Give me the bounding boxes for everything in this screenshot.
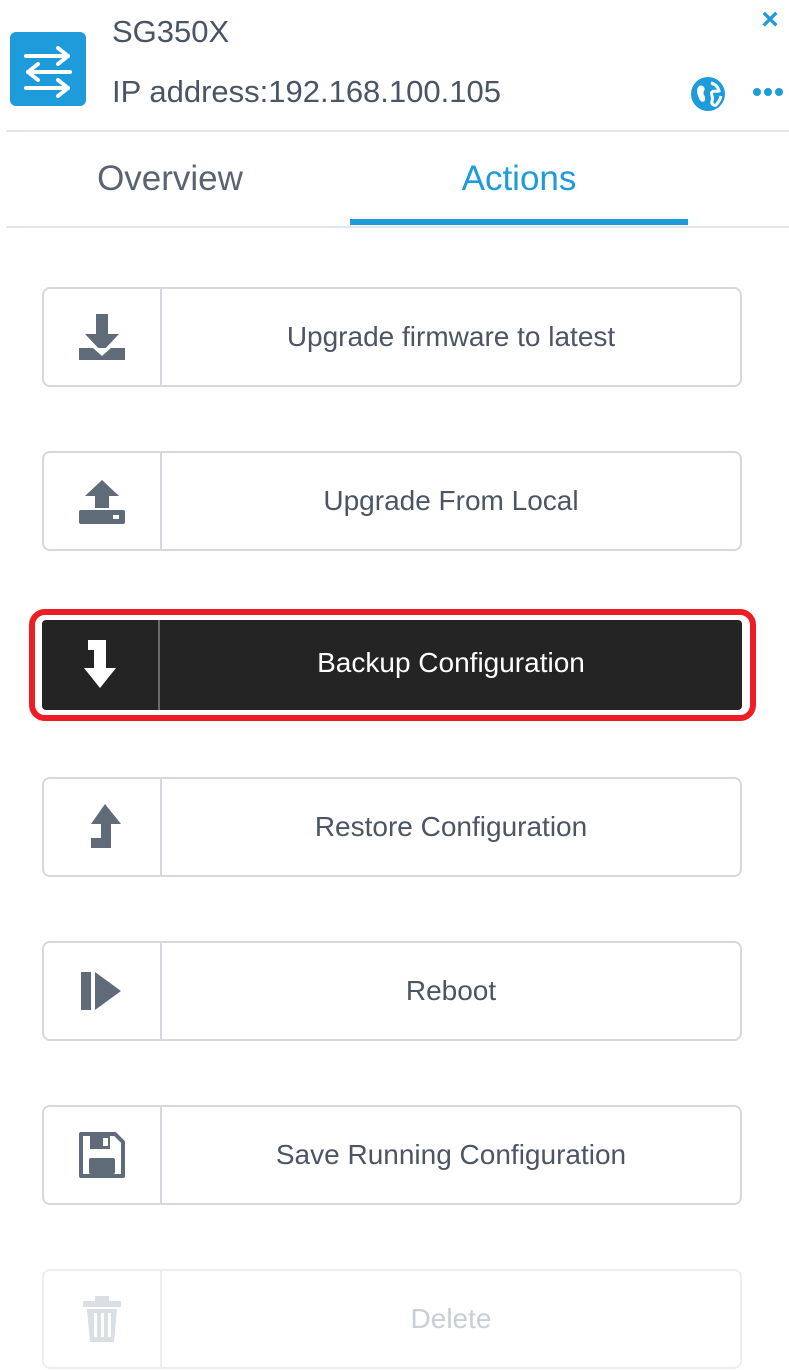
upgrade-firmware-label: Upgrade firmware to latest: [286, 321, 616, 352]
delete-button[interactable]: Delete: [42, 1269, 742, 1369]
device-ip-address: IP address:192.168.100.105: [112, 74, 501, 109]
reboot-icon: [44, 943, 162, 1039]
active-tab-indicator: [350, 219, 688, 225]
backup-arrow-icon: [42, 620, 160, 710]
restore-configuration-label: Restore Configuration: [314, 811, 588, 842]
upgrade-from-local-button[interactable]: Upgrade From Local: [42, 451, 742, 551]
tab-overview[interactable]: Overview: [30, 150, 310, 210]
backup-configuration-label: Backup Configuration: [317, 647, 585, 678]
tabs-divider: [6, 226, 789, 228]
save-running-configuration-label: Save Running Configuration: [275, 1139, 627, 1170]
save-running-configuration-button[interactable]: Save Running Configuration: [42, 1105, 742, 1205]
reboot-label: Reboot: [405, 975, 497, 1006]
close-icon[interactable]: ×: [756, 5, 784, 35]
backup-configuration-button[interactable]: Backup Configuration: [42, 620, 742, 710]
header-divider: [6, 130, 789, 132]
download-icon: [44, 289, 162, 385]
trash-icon: [44, 1271, 162, 1367]
save-icon: [44, 1107, 162, 1203]
upgrade-from-local-label: Upgrade From Local: [323, 485, 579, 516]
restore-arrow-icon: [44, 779, 162, 875]
more-icon[interactable]: [750, 80, 786, 104]
device-name: SG350X: [112, 14, 230, 49]
delete-label: Delete: [410, 1303, 492, 1334]
globe-icon[interactable]: [690, 76, 726, 112]
device-header: SG350X IP address:192.168.100.105 ×: [0, 0, 789, 130]
tab-actions[interactable]: Actions: [350, 150, 688, 210]
restore-configuration-button[interactable]: Restore Configuration: [42, 777, 742, 877]
upgrade-firmware-button[interactable]: Upgrade firmware to latest: [42, 287, 742, 387]
switch-icon: [10, 32, 86, 106]
upload-icon: [44, 453, 162, 549]
reboot-button[interactable]: Reboot: [42, 941, 742, 1041]
